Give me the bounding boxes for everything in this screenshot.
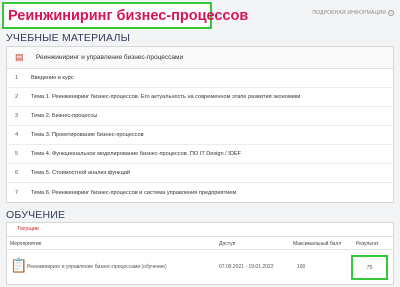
list-item[interactable]: 7 Тема 6. Реинжиниринг бизнес-процессов и… [7, 183, 393, 202]
result-highlight: 75 [351, 255, 388, 280]
row-access: 07.09.2021 - 19.01.2022 [219, 264, 274, 270]
training-heading: ОБУЧЕНИЕ [6, 209, 66, 221]
row-result: 75 [366, 264, 373, 271]
item-title: Введение в курс [31, 75, 74, 81]
item-number: 2 [15, 94, 19, 100]
list-item[interactable]: 2 Тема 1. Реинжиниринг бизнес-процессов. … [7, 88, 393, 107]
more-info-label: ПОДРОБНАЯ ИНФОРМАЦИЯ [312, 10, 386, 16]
item-number: 7 [15, 189, 19, 196]
more-info-link[interactable]: ПОДРОБНАЯ ИНФОРМАЦИЯ i [312, 10, 394, 16]
materials-panel: ▤ Реинжиниринг и управление бизнес-проце… [6, 46, 394, 203]
list-item[interactable]: 3 Тема 2. Бизнес-процессы [7, 107, 393, 126]
item-number: 4 [15, 132, 19, 138]
col-event: Мероприятие [10, 241, 42, 247]
tab-current[interactable]: Текущие [17, 226, 39, 232]
list-item[interactable]: 5 Тема 4. Функциональное моделирование би… [7, 145, 393, 164]
course-row[interactable]: ▤ Реинжиниринг и управление бизнес-проце… [7, 47, 393, 69]
document-icon: ▤ [15, 52, 24, 62]
item-number: 6 [15, 170, 19, 176]
item-number: 5 [15, 151, 19, 157]
training-table-header: Мероприятие Доступ Максимальный балл Рез… [7, 239, 393, 250]
page-title: Реинжиниринг бизнес-процессов [8, 7, 249, 24]
training-panel: Текущие Мероприятие Доступ Максимальный … [6, 222, 394, 285]
list-item[interactable]: 4 Тема 3. Проектирование бизнес-процессов [7, 126, 393, 145]
document-icon: 📋 [10, 257, 28, 273]
item-title: Тема 5. Стоимостной анализ функций [31, 170, 131, 176]
list-item[interactable]: 1 Введение в курс [7, 69, 393, 88]
item-title: Тема 3. Проектирование бизнес-процессов [31, 132, 144, 138]
materials-heading: УЧЕБНЫЕ МАТЕРИАЛЫ [6, 32, 131, 44]
col-access: Доступ [219, 241, 236, 247]
item-title: Тема 4. Функциональное моделирование биз… [31, 151, 242, 157]
col-max-score: Максимальный балл [293, 241, 342, 247]
course-title-box: Реинжиниринг бизнес-процессов [2, 2, 248, 29]
col-result: Результат [356, 241, 379, 247]
info-icon: i [388, 10, 394, 16]
item-title: Тема 6. Реинжиниринг бизнес-процессов и … [31, 189, 237, 196]
item-number: 3 [15, 113, 19, 119]
item-title: Тема 1. Реинжиниринг бизнес-процессов. Е… [31, 94, 301, 100]
training-tabs: Текущие [7, 223, 393, 237]
table-row[interactable]: 📋 Реинжиниринг и управление бизнес-проце… [7, 251, 393, 285]
page: Реинжиниринг бизнес-процессов ПОДРОБНАЯ … [0, 0, 400, 287]
materials-list: 1 Введение в курс 2 Тема 1. Реинжиниринг би… [7, 69, 393, 202]
item-number: 1 [15, 75, 19, 81]
list-item[interactable]: 6 Тема 5. Стоимостной анализ функций [7, 164, 393, 183]
row-max-score: 100 [297, 264, 306, 270]
course-name: Реинжиниринг и управление бизнес-процесс… [36, 54, 184, 61]
item-title: Тема 2. Бизнес-процессы [31, 113, 98, 119]
row-event[interactable]: Реинжиниринг и управление бизнес-процесс… [27, 264, 167, 270]
